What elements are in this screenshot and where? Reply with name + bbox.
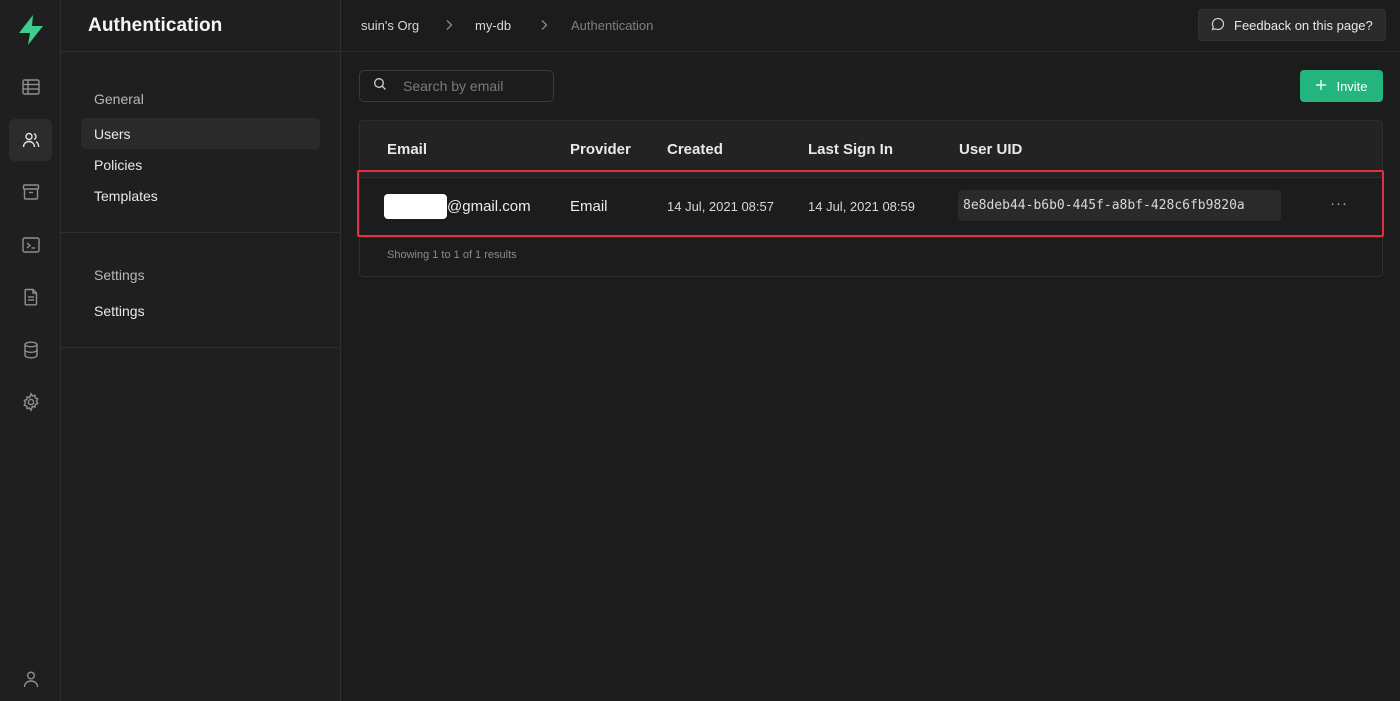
product-menu: Authentication General Users Policies Te… — [61, 0, 341, 701]
email-domain: @gmail.com — [447, 198, 531, 215]
chevron-right-icon — [444, 18, 454, 32]
users-table: Email Provider Created Last Sign In User… — [359, 120, 1383, 277]
column-header-last-sign-in: Last Sign In — [808, 141, 894, 158]
provider-cell: Email — [570, 198, 608, 215]
redacted-email-local-part — [384, 194, 447, 219]
supabase-logo-icon[interactable] — [16, 14, 46, 46]
column-header-created: Created — [667, 141, 723, 158]
feedback-label: Feedback on this page? — [1234, 17, 1373, 33]
menu-item-users[interactable]: Users — [81, 118, 320, 149]
icon-rail — [0, 0, 61, 701]
feedback-button[interactable]: Feedback on this page? — [1198, 9, 1386, 41]
email-cell: @gmail.com — [384, 194, 531, 219]
chat-bubble-icon — [1211, 17, 1225, 34]
invite-label: Invite — [1336, 78, 1368, 94]
settings-gear-icon[interactable] — [9, 381, 52, 423]
menu-item-policies[interactable]: Policies — [81, 149, 320, 180]
invite-button[interactable]: Invite — [1300, 70, 1383, 102]
chevron-right-icon — [539, 18, 549, 32]
menu-item-settings[interactable]: Settings — [81, 295, 320, 326]
column-header-provider: Provider — [570, 141, 631, 158]
section-heading-settings: Settings — [94, 267, 145, 283]
last-sign-in-cell: 14 Jul, 2021 08:59 — [808, 199, 915, 214]
search-icon — [373, 77, 387, 96]
row-actions-more-icon[interactable]: ··· — [1330, 195, 1348, 212]
breadcrumb-org[interactable]: suin's Org — [361, 18, 419, 33]
created-cell: 14 Jul, 2021 08:57 — [667, 199, 774, 214]
breadcrumb-project[interactable]: my-db — [475, 18, 511, 33]
plus-icon — [1315, 79, 1327, 94]
search-box[interactable] — [359, 70, 554, 102]
api-docs-icon[interactable] — [9, 276, 52, 318]
menu-item-templates[interactable]: Templates — [81, 180, 320, 211]
table-row[interactable]: @gmail.com Email 14 Jul, 2021 08:57 14 J… — [360, 177, 1382, 238]
column-header-user-uid: User UID — [959, 141, 1023, 158]
menu-divider — [61, 232, 341, 233]
database-icon[interactable] — [9, 329, 52, 371]
menu-divider — [61, 347, 341, 348]
main-content: suin's Org my-db Authentication Feedback… — [341, 0, 1400, 701]
breadcrumb-current: Authentication — [571, 18, 654, 33]
table-header: Email Provider Created Last Sign In User… — [360, 121, 1382, 177]
pagination-summary: Showing 1 to 1 of 1 results — [387, 249, 517, 261]
users-icon[interactable] — [9, 119, 52, 161]
column-header-email: Email — [387, 141, 428, 158]
sql-terminal-icon[interactable] — [9, 224, 52, 266]
top-bar: suin's Org my-db Authentication Feedback… — [341, 0, 1400, 52]
section-heading-general: General — [94, 91, 144, 107]
table-editor-icon[interactable] — [9, 66, 52, 108]
menu-title: Authentication — [88, 14, 223, 36]
search-input[interactable] — [403, 78, 553, 94]
profile-icon[interactable] — [9, 658, 52, 700]
storage-icon[interactable] — [9, 171, 52, 213]
menu-header: Authentication — [61, 0, 340, 52]
user-uid-chip[interactable]: 8e8deb44-b6b0-445f-a8bf-428c6fb9820a — [958, 190, 1281, 221]
